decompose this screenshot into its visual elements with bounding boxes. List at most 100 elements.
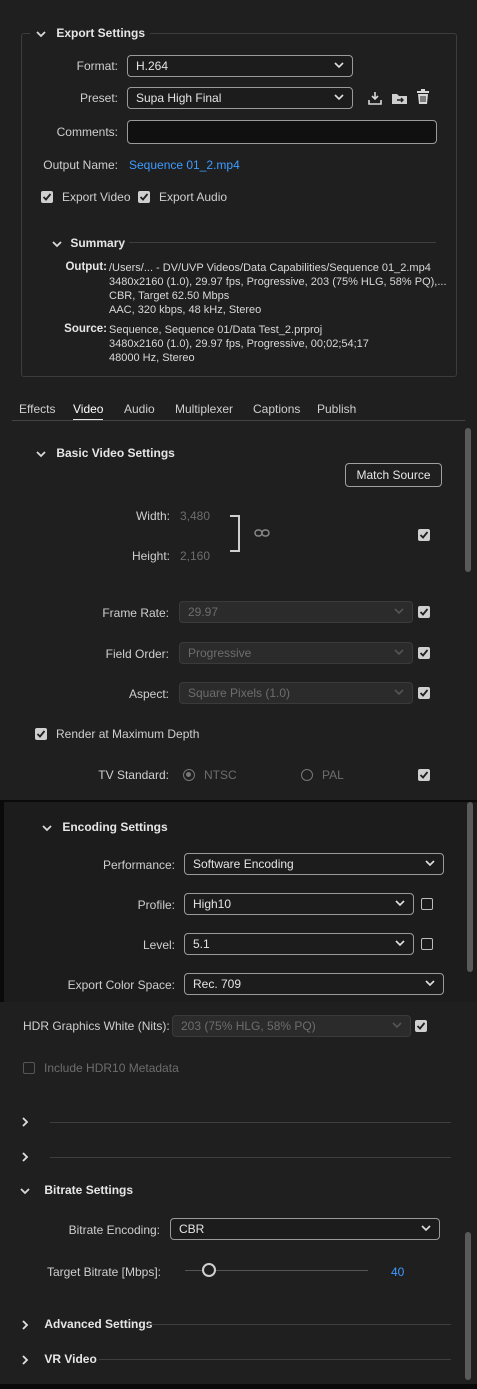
vr-video-header[interactable]: VR Video [19, 1352, 97, 1366]
video-tab-scrollbar[interactable] [465, 428, 471, 572]
frame-rate-select[interactable]: 29.97 [179, 601, 413, 623]
export-color-space-select[interactable]: Rec. 709 [184, 973, 444, 995]
summary-header[interactable]: Summary [51, 236, 125, 250]
pal-label: PAL [322, 768, 344, 782]
render-max-depth-checkbox[interactable] [35, 728, 47, 740]
tabs-divider [12, 420, 465, 421]
summary-output-label: Output: [65, 261, 107, 273]
field-order-checkbox[interactable] [418, 647, 430, 659]
performance-label: Performance: [102, 858, 175, 872]
frame-rate-checkbox[interactable] [418, 606, 430, 618]
hdr-graphics-white-checkbox[interactable] [415, 1020, 427, 1032]
basic-video-settings-header[interactable]: Basic Video Settings [35, 446, 175, 460]
export-video-checkbox[interactable] [41, 191, 53, 203]
target-bitrate-slider-handle[interactable] [202, 1263, 216, 1277]
encoding-panel-scrollbar[interactable] [467, 802, 473, 972]
save-preset-icon[interactable] [367, 90, 383, 106]
output-name-label: Output Name: [43, 158, 118, 172]
profile-checkbox[interactable] [421, 898, 433, 910]
field-order-label: Field Order: [105, 647, 169, 661]
pal-radio[interactable] [301, 769, 313, 781]
bitrate-encoding-label: Bitrate Encoding: [68, 1223, 160, 1237]
field-order-select[interactable]: Progressive [179, 642, 413, 664]
chevron-right-icon [22, 1320, 29, 1330]
level-label: Level: [142, 938, 175, 952]
format-select[interactable]: H.264 [127, 55, 353, 77]
target-bitrate-value[interactable]: 40 [391, 1265, 404, 1279]
aspect-value: Square Pixels (1.0) [188, 686, 291, 700]
chevron-right-icon[interactable] [19, 1116, 31, 1128]
section-divider [50, 1157, 451, 1158]
encoding-settings-header[interactable]: Encoding Settings [41, 820, 168, 834]
delete-preset-icon[interactable] [416, 89, 430, 105]
tab-publish[interactable]: Publish [317, 402, 356, 416]
section-divider [148, 1324, 451, 1325]
chevron-down-icon [395, 900, 405, 907]
frame-rate-value: 29.97 [188, 605, 219, 619]
bitrate-settings-header[interactable]: Bitrate Settings [19, 1183, 133, 1197]
section-divider [50, 1122, 451, 1123]
section-divider [99, 1359, 451, 1360]
hdr-graphics-white-label: HDR Graphics White (Nits): [23, 1019, 170, 1033]
summary-source-text: Sequence, Sequence 01/Data Test_2.prproj… [109, 323, 369, 365]
tv-standard-label: TV Standard: [98, 768, 169, 782]
performance-select[interactable]: Software Encoding [184, 853, 444, 875]
preset-select[interactable]: Supa High Final [127, 87, 353, 109]
advanced-settings-header[interactable]: Advanced Settings [19, 1317, 152, 1331]
tab-video[interactable]: Video [73, 402, 103, 416]
tab-captions[interactable]: Captions [253, 402, 300, 416]
summary-source-line: 3480x2160 (1.0), 29.97 fps, Progressive,… [109, 338, 369, 350]
summary-output-line: AAC, 320 kbps, 48 kHz, Stereo [109, 304, 262, 316]
hdr-graphics-white-value: 203 (75% HLG, 58% PQ) [181, 1019, 316, 1033]
summary-output-line: /Users/... - DV/UVP Videos/Data Capabili… [109, 262, 431, 274]
level-checkbox[interactable] [421, 938, 433, 950]
chevron-down-icon [394, 608, 404, 615]
bitrate-encoding-select[interactable]: CBR [170, 1218, 440, 1240]
aspect-select[interactable]: Square Pixels (1.0) [179, 682, 413, 704]
width-value[interactable]: 3,480 [180, 509, 210, 523]
chevron-down-icon [425, 860, 435, 867]
width-label: Width: [135, 509, 170, 523]
frame-rate-label: Frame Rate: [102, 606, 169, 620]
summary-output-line: 3480x2160 (1.0), 29.97 fps, Progressive,… [109, 276, 447, 288]
preset-label: Preset: [79, 91, 118, 105]
hdr-graphics-white-select[interactable]: 203 (75% HLG, 58% PQ) [172, 1015, 411, 1037]
comments-field[interactable] [127, 120, 437, 144]
export-audio-checkbox[interactable] [138, 191, 150, 203]
bitrate-settings-title: Bitrate Settings [44, 1183, 134, 1197]
aspect-label: Aspect: [128, 687, 169, 701]
tab-multiplexer[interactable]: Multiplexer [175, 402, 233, 416]
export-video-label: Export Video [62, 190, 131, 204]
export-audio-label: Export Audio [159, 190, 228, 204]
export-settings-title: Export Settings [56, 26, 146, 40]
chevron-down-icon [334, 62, 344, 69]
aspect-checkbox[interactable] [418, 687, 430, 699]
output-name-link[interactable]: Sequence 01_2.mp4 [129, 158, 240, 172]
dimensions-checkbox[interactable] [418, 529, 430, 541]
link-icon[interactable] [254, 526, 270, 540]
bitrate-panel-scrollbar[interactable] [465, 1232, 471, 1380]
match-source-button[interactable]: Match Source [345, 463, 442, 487]
hdr10-metadata-checkbox[interactable] [23, 1062, 35, 1074]
export-settings-header[interactable]: Export Settings [30, 26, 151, 40]
dimension-bracket [230, 515, 240, 552]
chevron-right-icon[interactable] [19, 1151, 31, 1163]
bitrate-encoding-value: CBR [179, 1222, 205, 1236]
hdr10-metadata-label: Include HDR10 Metadata [44, 1061, 179, 1075]
summary-output-line: CBR, Target 62.50 Mbps [109, 290, 230, 302]
tab-effects[interactable]: Effects [19, 402, 55, 416]
level-select[interactable]: 5.1 [184, 933, 414, 955]
tab-audio[interactable]: Audio [124, 402, 155, 416]
profile-label: Profile: [137, 898, 175, 912]
chevron-down-icon [334, 94, 344, 101]
tv-standard-checkbox[interactable] [418, 769, 430, 781]
ntsc-radio[interactable] [183, 769, 195, 781]
export-color-space-value: Rec. 709 [193, 977, 242, 991]
summary-divider [129, 242, 436, 243]
profile-select[interactable]: High10 [184, 893, 414, 915]
height-value[interactable]: 2,160 [180, 549, 210, 563]
summary-source-line: Sequence, Sequence 01/Data Test_2.prproj [109, 324, 323, 336]
import-preset-icon[interactable] [391, 90, 409, 106]
chevron-down-icon [392, 1022, 402, 1029]
chevron-down-icon [42, 825, 52, 832]
